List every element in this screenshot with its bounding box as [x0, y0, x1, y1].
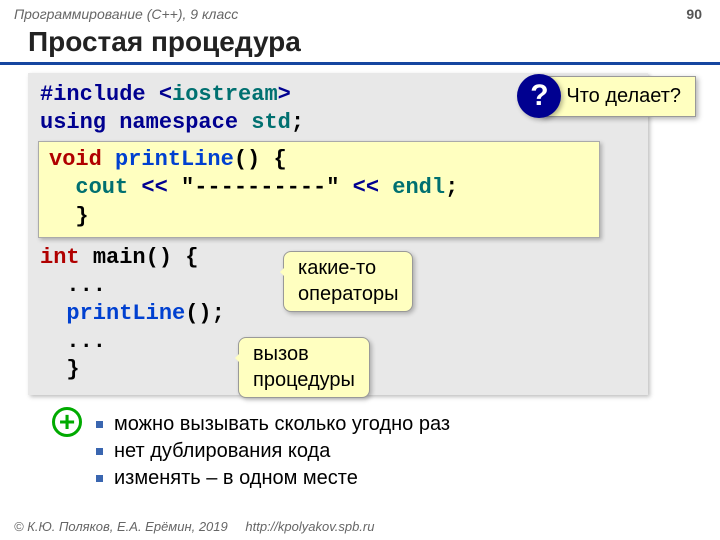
list-item: нет дублирования кода — [96, 438, 692, 465]
code-token: cout — [75, 175, 128, 200]
code-token: () { — [146, 245, 199, 270]
code-token: printLine — [66, 301, 185, 326]
code-token: "----------" — [181, 175, 339, 200]
code-token: iostream — [172, 82, 278, 107]
code-token: } — [75, 204, 88, 229]
code-token: using — [40, 110, 106, 135]
code-token: } — [66, 357, 79, 382]
code-block: #include <iostream> using namespace std;… — [28, 73, 648, 395]
bullet-list: + можно вызывать сколько угодно раз нет … — [28, 411, 692, 492]
code-token: > — [278, 82, 291, 107]
code-token: void — [49, 147, 102, 172]
page-title: Простая процедура — [0, 24, 720, 65]
list-item: можно вызывать сколько угодно раз — [96, 411, 692, 438]
page-number: 90 — [686, 6, 702, 22]
list-item: изменять – в одном месте — [96, 465, 692, 492]
code-token: << — [353, 175, 379, 200]
code-token: ... — [66, 273, 106, 298]
code-token: ; — [445, 175, 458, 200]
code-token: main — [93, 245, 146, 270]
code-token: ... — [66, 329, 106, 354]
plus-icon: + — [52, 407, 82, 437]
code-token: #include < — [40, 82, 172, 107]
content-area: #include <iostream> using namespace std;… — [0, 73, 720, 492]
code-token: namespace — [119, 110, 238, 135]
question-badge: ? Что делает? — [517, 74, 696, 118]
copyright: © К.Ю. Поляков, Е.А. Ерёмин, 2019 — [14, 519, 228, 534]
code-token: ; — [291, 110, 304, 135]
code-token: << — [141, 175, 167, 200]
callout-call: вызов процедуры — [238, 337, 370, 398]
footer-link[interactable]: http://kpolyakov.spb.ru — [245, 519, 374, 534]
breadcrumb: Программирование (C++), 9 класс — [14, 6, 238, 22]
code-token: () { — [234, 147, 287, 172]
slide-header: Программирование (C++), 9 класс 90 — [0, 0, 720, 24]
code-token: std — [251, 110, 291, 135]
code-token: endl — [392, 175, 445, 200]
footer: © К.Ю. Поляков, Е.А. Ерёмин, 2019 http:/… — [14, 519, 374, 534]
code-token: int — [40, 245, 80, 270]
question-text: Что делает? — [541, 76, 696, 117]
procedure-box: void printLine() { cout << "----------" … — [38, 141, 600, 237]
code-token: (); — [185, 301, 225, 326]
code-token: printLine — [115, 147, 234, 172]
callout-operators: какие-то операторы — [283, 251, 413, 312]
